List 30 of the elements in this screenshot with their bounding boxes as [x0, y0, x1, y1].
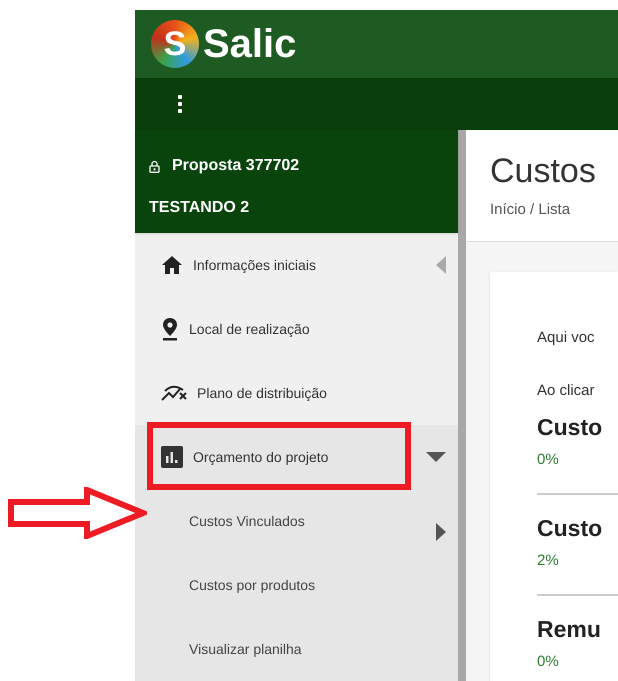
- nav-item[interactable]: Orçamento do projeto: [161, 446, 328, 468]
- card-paragraph: Aqui voc: [537, 328, 596, 348]
- bar-chart-icon: [161, 446, 183, 468]
- nav-item[interactable]: Plano de distribuição: [161, 382, 327, 404]
- proposal-subtitle: TESTANDO 2: [149, 198, 250, 218]
- nav-item[interactable]: Informações iniciais: [161, 254, 316, 276]
- submenu-item[interactable]: Custos Vinculados: [189, 510, 305, 532]
- page-title: Custos: [490, 151, 597, 192]
- proposal-title: Proposta 377702: [172, 156, 300, 176]
- scrollbar[interactable]: [458, 130, 466, 681]
- lock-icon: [149, 160, 160, 172]
- breadcrumb: Início / Lista: [490, 200, 572, 220]
- submenu-item[interactable]: Visualizar planilha: [189, 638, 302, 660]
- section-percent: 0%: [537, 652, 560, 672]
- logo-icon: S: [151, 20, 199, 68]
- caret-down-icon[interactable]: [426, 452, 446, 462]
- route-icon: [161, 384, 187, 402]
- section-title: Custo: [537, 514, 604, 543]
- section-title: Remu: [537, 615, 602, 644]
- section-title: Custo: [537, 413, 604, 442]
- home-icon: [161, 255, 183, 275]
- section-percent: 2%: [537, 550, 560, 570]
- card-paragraph: Ao clicar: [537, 380, 596, 400]
- more-menu-button[interactable]: [175, 93, 185, 115]
- location-pin-icon: [161, 317, 179, 341]
- section-percent: 0%: [537, 450, 560, 470]
- caret-right-icon[interactable]: [436, 523, 446, 541]
- logo-text: Salic: [203, 24, 296, 64]
- submenu-item[interactable]: Custos por produtos: [189, 574, 316, 596]
- nav-item[interactable]: Local de realização: [161, 317, 310, 341]
